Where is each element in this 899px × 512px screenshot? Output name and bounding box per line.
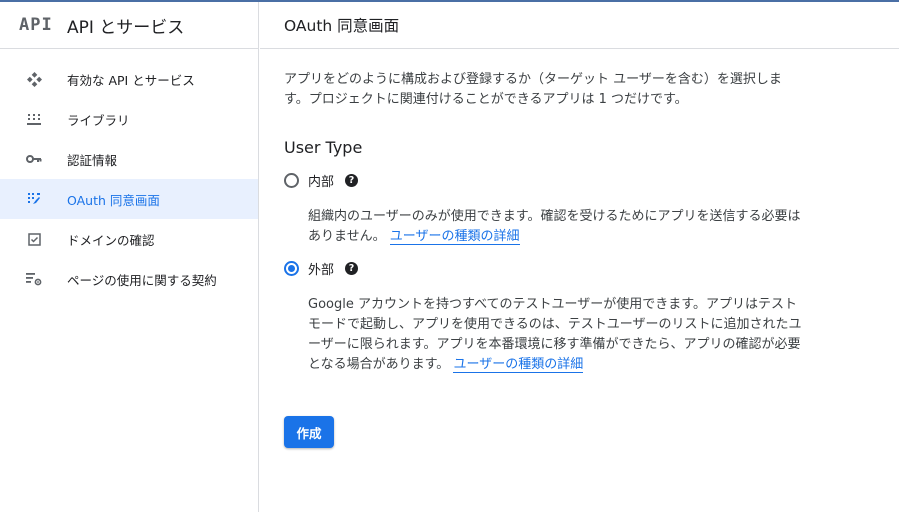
sidebar-title: API とサービス: [67, 17, 185, 38]
create-button[interactable]: 作成: [284, 416, 334, 448]
internal-description: 組織内のユーザーのみが使用できます。確認を受けるためにアプリを送信する必要はあり…: [308, 207, 802, 247]
sidebar-item-domain-verification[interactable]: ドメインの確認: [0, 219, 258, 259]
internal-radio[interactable]: [284, 173, 299, 188]
sidebar-item-label: 認証情報: [67, 152, 118, 168]
enabled-apis-icon: [26, 71, 42, 87]
sidebar-item-credentials[interactable]: 認証情報: [0, 139, 258, 179]
page-title: OAuth 同意画面: [284, 17, 400, 35]
intro-text: アプリをどのように構成および登録するか（ターゲット ユーザーを含む）を選択します…: [284, 72, 782, 107]
key-icon: [26, 151, 42, 167]
help-icon[interactable]: ?: [345, 174, 359, 187]
oauth-consent-icon: [26, 191, 42, 207]
help-icon[interactable]: ?: [345, 262, 359, 275]
external-option: 外部 ?: [284, 259, 899, 278]
sidebar-item-label: ページの使用に関する契約: [67, 272, 217, 288]
user-type-details-link[interactable]: ユーザーの種類の詳細: [453, 357, 584, 373]
sidebar-item-library[interactable]: ライブラリ: [0, 99, 258, 139]
sidebar-item-label: 有効な API とサービス: [67, 72, 195, 88]
sidebar: API API とサービス 有効な API とサービス ライブラリ 認証情報 O…: [0, 2, 259, 512]
main-header: OAuth 同意画面: [260, 2, 899, 49]
api-logo: API: [19, 15, 53, 35]
main-panel: OAuth 同意画面 アプリをどのように構成および登録するか（ターゲット ユーザ…: [260, 2, 899, 512]
internal-radio-label[interactable]: 内部: [308, 171, 334, 190]
user-type-heading: User Type: [284, 138, 363, 157]
sidebar-header: API API とサービス: [0, 2, 258, 49]
user-type-details-link[interactable]: ユーザーの種類の詳細: [389, 229, 520, 245]
internal-option: 内部 ?: [284, 171, 899, 190]
sidebar-item-label: ドメインの確認: [67, 232, 155, 248]
sidebar-item-label: OAuth 同意画面: [67, 192, 160, 208]
internal-description-text: 組織内のユーザーのみが使用できます。確認を受けるためにアプリを送信する必要はあり…: [308, 209, 801, 244]
external-radio[interactable]: [284, 261, 299, 276]
sidebar-item-label: ライブラリ: [67, 112, 130, 128]
external-description: Google アカウントを持つすべてのテストユーザーが使用できます。アプリはテス…: [308, 295, 802, 375]
library-icon: [26, 111, 42, 127]
sidebar-item-enabled-apis[interactable]: 有効な API とサービス: [0, 59, 258, 99]
external-radio-label[interactable]: 外部: [308, 259, 334, 278]
settings-list-icon: [26, 271, 42, 287]
sidebar-nav: 有効な API とサービス ライブラリ 認証情報 OAuth 同意画面 ドメイン…: [0, 49, 258, 299]
sidebar-item-page-usage-agreements[interactable]: ページの使用に関する契約: [0, 259, 258, 299]
main-content: アプリをどのように構成および登録するか（ターゲット ユーザーを含む）を選択します…: [260, 70, 899, 448]
sidebar-item-oauth-consent[interactable]: OAuth 同意画面: [0, 179, 258, 219]
checkbox-icon: [26, 231, 42, 247]
